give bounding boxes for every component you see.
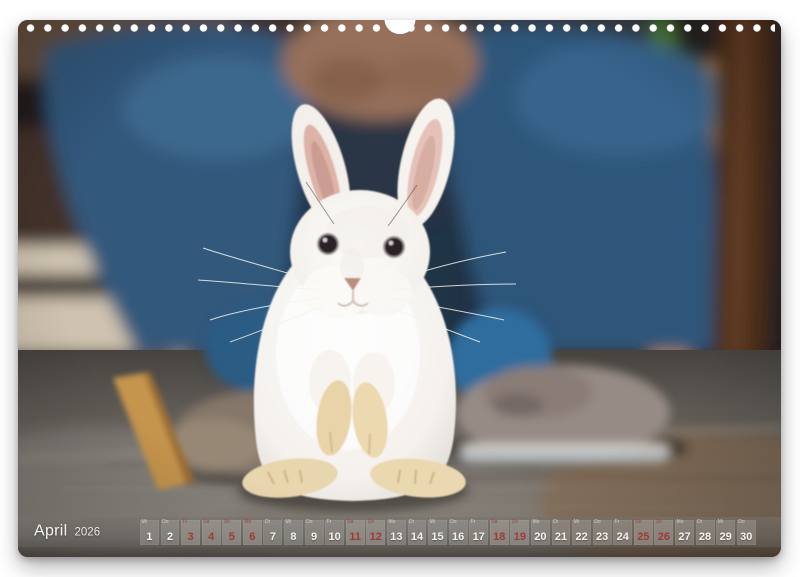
day-cell: Fr 3 bbox=[181, 520, 200, 545]
day-cell: Do 9 bbox=[305, 520, 324, 545]
day-weekday-label: Di bbox=[697, 520, 702, 525]
day-weekday-label: Sa bbox=[347, 520, 353, 525]
month-label: April bbox=[34, 523, 68, 540]
day-cell: Di 28 bbox=[696, 520, 715, 545]
day-cell: Do 23 bbox=[593, 520, 612, 545]
day-weekday-label: Mi bbox=[430, 520, 435, 525]
day-cell: Mi 15 bbox=[428, 520, 447, 545]
day-cell: So 5 bbox=[222, 520, 241, 545]
day-number: 24 bbox=[613, 531, 632, 543]
day-cell: Mi 8 bbox=[284, 520, 303, 545]
day-number: 27 bbox=[675, 531, 694, 543]
day-number: 25 bbox=[634, 531, 653, 543]
day-weekday-label: Mo bbox=[388, 520, 395, 525]
day-number: 26 bbox=[654, 531, 673, 543]
day-weekday-label: So bbox=[368, 520, 374, 525]
day-weekday-label: Fr bbox=[327, 520, 332, 525]
day-weekday-label: Do bbox=[450, 520, 456, 525]
day-cell: Mi 29 bbox=[716, 520, 735, 545]
day-cell: Mo 20 bbox=[531, 520, 550, 545]
day-weekday-label: Do bbox=[306, 520, 312, 525]
day-number: 22 bbox=[572, 531, 591, 543]
day-number: 9 bbox=[305, 531, 324, 543]
day-cell: Mi 1 bbox=[140, 520, 159, 545]
day-number: 29 bbox=[716, 531, 735, 543]
day-weekday-label: Sa bbox=[203, 520, 209, 525]
rabbit-photo-illustration bbox=[18, 20, 781, 557]
day-number: 18 bbox=[490, 531, 509, 543]
day-weekday-label: So bbox=[512, 520, 518, 525]
day-number: 21 bbox=[552, 531, 571, 543]
day-cell: Do 30 bbox=[737, 520, 756, 545]
day-weekday-label: Fr bbox=[471, 520, 476, 525]
day-weekday-label: Di bbox=[409, 520, 414, 525]
day-cell: Mo 13 bbox=[387, 520, 406, 545]
day-number: 30 bbox=[737, 531, 756, 543]
day-number: 1 bbox=[140, 531, 159, 543]
day-weekday-label: Sa bbox=[635, 520, 641, 525]
day-number: 15 bbox=[428, 531, 447, 543]
day-cell: So 12 bbox=[366, 520, 385, 545]
day-cell: Sa 11 bbox=[346, 520, 365, 545]
day-cell: Di 21 bbox=[552, 520, 571, 545]
day-weekday-label: Mi bbox=[142, 520, 147, 525]
day-number: 5 bbox=[222, 531, 241, 543]
day-number: 19 bbox=[510, 531, 529, 543]
day-cell: Do 2 bbox=[161, 520, 180, 545]
day-cell: Mi 22 bbox=[572, 520, 591, 545]
day-cell: Do 16 bbox=[449, 520, 468, 545]
day-number: 12 bbox=[366, 531, 385, 543]
day-cell: So 26 bbox=[654, 520, 673, 545]
day-cell: Di 7 bbox=[263, 520, 282, 545]
day-number: 28 bbox=[696, 531, 715, 543]
month-year-label: April 2026 bbox=[34, 523, 100, 541]
day-weekday-label: Mo bbox=[532, 520, 539, 525]
day-weekday-label: Sa bbox=[491, 520, 497, 525]
day-number: 20 bbox=[531, 531, 550, 543]
calendar-product-image: April2026 Mi 1 Do 2 Fr 3 Sa 4 So 5 Mo 6 … bbox=[0, 0, 800, 577]
day-cell: So 19 bbox=[510, 520, 529, 545]
day-weekday-label: Do bbox=[594, 520, 600, 525]
day-cell: Fr 10 bbox=[325, 520, 344, 545]
day-number: 16 bbox=[449, 531, 468, 543]
day-weekday-label: Mi bbox=[574, 520, 579, 525]
day-number: 23 bbox=[593, 531, 612, 543]
day-weekday-label: Fr bbox=[615, 520, 620, 525]
day-number: 3 bbox=[181, 531, 200, 543]
year-label: 2026 bbox=[75, 527, 101, 539]
day-number: 4 bbox=[202, 531, 221, 543]
day-weekday-label: Mo bbox=[244, 520, 251, 525]
day-weekday-label: Di bbox=[265, 520, 270, 525]
day-number: 10 bbox=[325, 531, 344, 543]
day-weekday-label: Mi bbox=[718, 520, 723, 525]
day-weekday-label: Mi bbox=[286, 520, 291, 525]
day-weekday-label: Fr bbox=[183, 520, 188, 525]
day-number: 11 bbox=[346, 531, 365, 543]
day-cell: Sa 18 bbox=[490, 520, 509, 545]
day-number: 13 bbox=[387, 531, 406, 543]
day-cell: Mo 6 bbox=[243, 520, 262, 545]
calendar-strip: April2026 Mi 1 Do 2 Fr 3 Sa 4 So 5 Mo 6 … bbox=[18, 517, 781, 547]
day-cell: Fr 24 bbox=[613, 520, 632, 545]
day-number: 7 bbox=[263, 531, 282, 543]
day-cell: Sa 4 bbox=[202, 520, 221, 545]
day-strip: Mi 1 Do 2 Fr 3 Sa 4 So 5 Mo 6 Di 7 Mi 8 … bbox=[140, 520, 756, 545]
day-weekday-label: Do bbox=[162, 520, 168, 525]
day-number: 17 bbox=[469, 531, 488, 543]
day-number: 6 bbox=[243, 531, 262, 543]
calendar-page: April2026 Mi 1 Do 2 Fr 3 Sa 4 So 5 Mo 6 … bbox=[18, 20, 781, 557]
day-number: 2 bbox=[161, 531, 180, 543]
day-weekday-label: Mo bbox=[677, 520, 684, 525]
day-weekday-label: Do bbox=[738, 520, 744, 525]
day-cell: Di 14 bbox=[408, 520, 427, 545]
day-cell: Mo 27 bbox=[675, 520, 694, 545]
day-number: 8 bbox=[284, 531, 303, 543]
day-weekday-label: So bbox=[224, 520, 230, 525]
day-cell: Sa 25 bbox=[634, 520, 653, 545]
day-cell: Fr 17 bbox=[469, 520, 488, 545]
day-weekday-label: So bbox=[656, 520, 662, 525]
day-weekday-label: Di bbox=[553, 520, 558, 525]
day-number: 14 bbox=[408, 531, 427, 543]
